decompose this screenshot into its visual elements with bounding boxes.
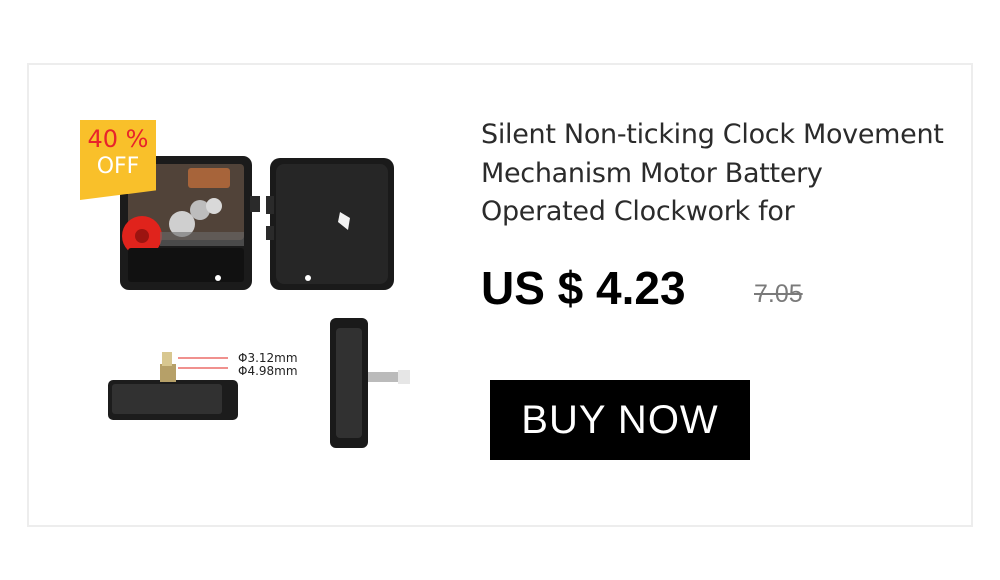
shaft-dimension-1: Φ3.12mm [238, 351, 298, 365]
discount-off-label: OFF [96, 154, 140, 179]
product-title[interactable]: Silent Non-ticking Clock Movement Mechan… [481, 116, 951, 232]
original-price: 7.05 [754, 280, 803, 308]
movement-side-view: Φ3.12mm Φ4.98mm [108, 351, 298, 420]
shaft-dimension-2: Φ4.98mm [238, 364, 298, 378]
current-price: US $ 4.23 [481, 262, 686, 314]
movement-profile-view [330, 318, 410, 448]
discount-badge: 40 % OFF [80, 120, 156, 200]
movement-back-view [266, 158, 394, 290]
buy-now-button[interactable]: BUY NOW [490, 380, 750, 460]
discount-percent: 40 % [87, 125, 149, 153]
